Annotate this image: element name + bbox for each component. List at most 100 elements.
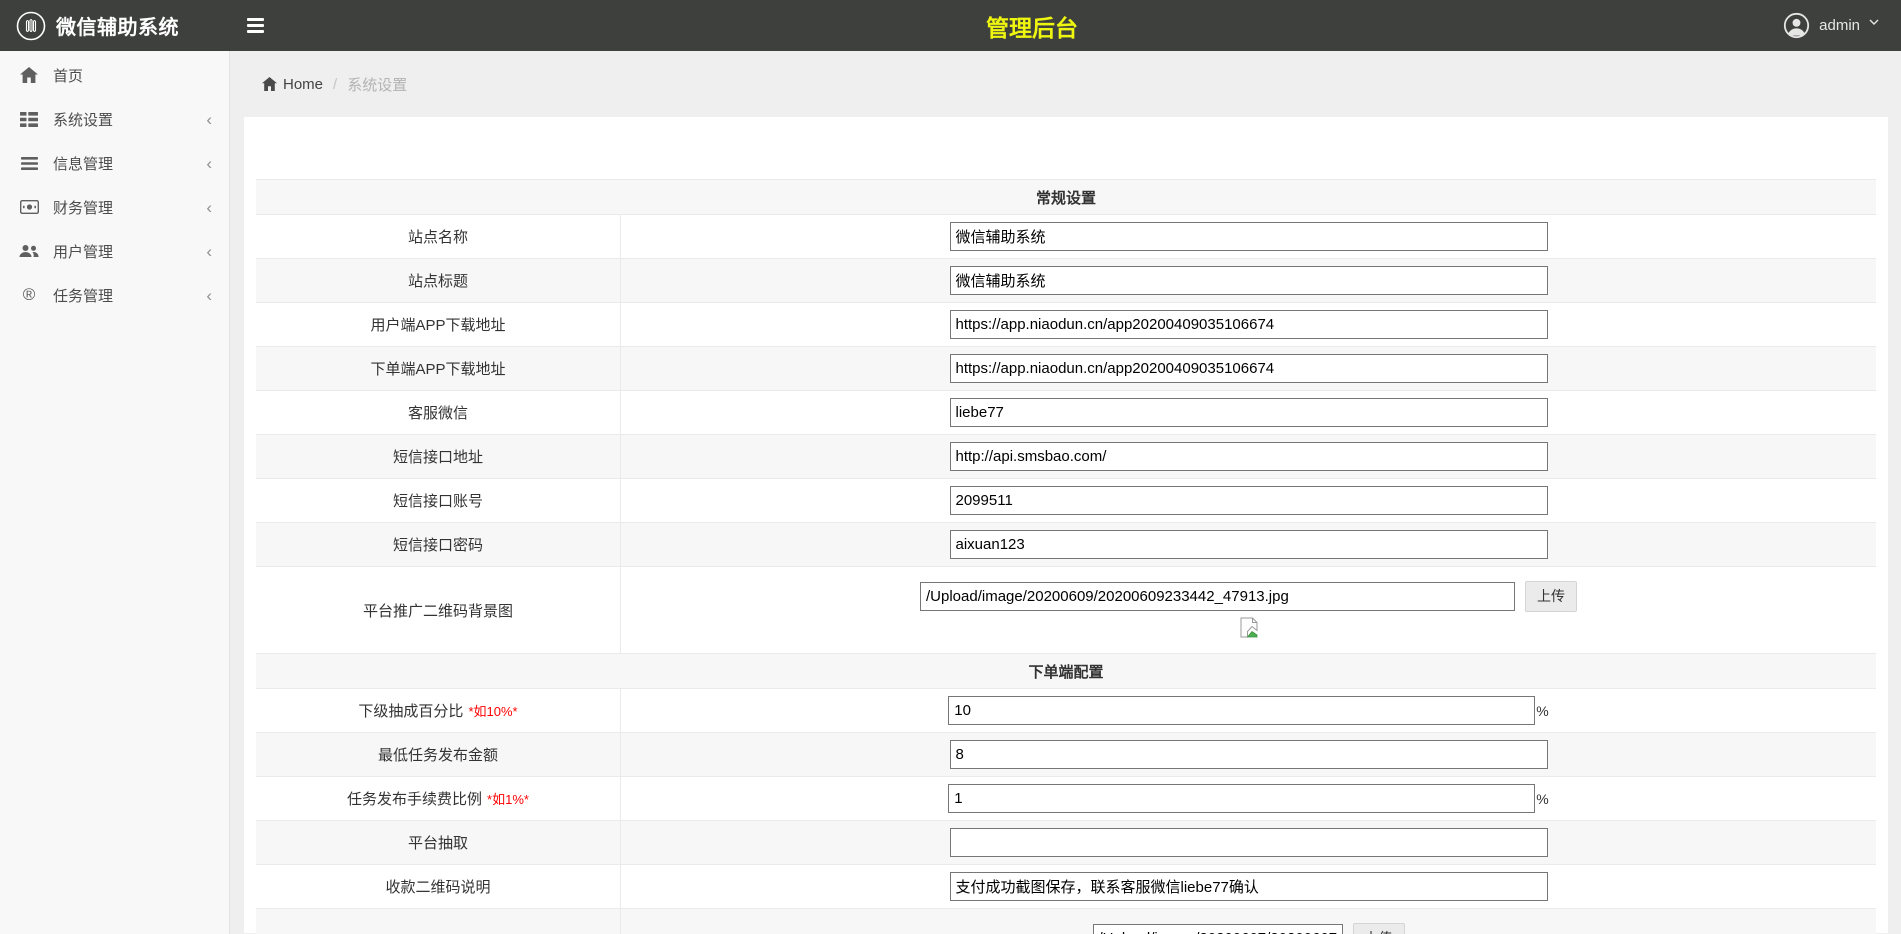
brand-title: 微信辅助系统 <box>56 11 179 40</box>
sidebar-item-系统设置[interactable]: 系统设置 ‹ <box>0 97 229 141</box>
sidebar-item-首页[interactable]: 首页 <box>0 53 229 97</box>
field-label: 用户端APP下载地址 <box>256 303 621 346</box>
chevron-left-icon: ‹ <box>206 155 212 172</box>
sidebar-item-label: 任务管理 <box>53 285 113 306</box>
field-label: 收款二维码 <box>256 909 621 934</box>
短信接口账号-input[interactable] <box>950 486 1548 515</box>
registered-icon: ® <box>18 285 40 305</box>
sidebar-item-label: 用户管理 <box>53 241 113 262</box>
field-value-cell: 上传 <box>621 567 1876 653</box>
field-label-note: *如1%* <box>487 789 529 808</box>
form-row: 短信接口密码 <box>256 523 1876 567</box>
field-value-cell <box>621 259 1876 302</box>
th-list-icon <box>18 112 40 127</box>
bars-icon <box>18 157 40 170</box>
avatar-icon <box>1783 12 1810 39</box>
field-label: 短信接口密码 <box>256 523 621 566</box>
field-label-note: *如10%* <box>468 701 517 720</box>
form-row: 下级抽成百分比*如10%*% <box>256 689 1876 733</box>
users-icon <box>18 244 40 258</box>
user-dropdown[interactable]: admin <box>1783 0 1879 51</box>
form-row: 收款二维码上传 <box>256 909 1876 934</box>
站点名称-input[interactable] <box>950 222 1548 251</box>
home-icon <box>262 77 277 91</box>
field-value-cell <box>621 435 1876 478</box>
field-label: 站点名称 <box>256 215 621 258</box>
field-value-cell <box>621 523 1876 566</box>
sidebar-item-label: 系统设置 <box>53 109 113 130</box>
field-value-cell <box>621 347 1876 390</box>
field-value-cell: % <box>621 777 1876 820</box>
下单端APP下载地址-input[interactable] <box>950 354 1548 383</box>
field-label: 下单端APP下载地址 <box>256 347 621 390</box>
field-value-cell <box>621 215 1876 258</box>
sidebar-item-用户管理[interactable]: 用户管理 ‹ <box>0 229 229 273</box>
form-row: 最低任务发布金额 <box>256 733 1876 777</box>
field-label: 平台推广二维码背景图 <box>256 567 621 653</box>
form-row: 任务发布手续费比例*如1%*% <box>256 777 1876 821</box>
平台抽取-input[interactable] <box>950 828 1548 857</box>
percent-suffix: % <box>1536 703 1548 719</box>
section-header: 下单端配置 <box>256 654 1876 689</box>
任务发布手续费比例-input[interactable] <box>948 784 1535 813</box>
breadcrumb-separator: / <box>333 76 337 93</box>
短信接口地址-input[interactable] <box>950 442 1548 471</box>
breadcrumb-home-label: Home <box>283 76 323 93</box>
field-value-cell <box>621 391 1876 434</box>
sidebar: 首页系统设置‹信息管理‹财务管理‹用户管理‹®任务管理‹ <box>0 51 230 934</box>
user-name: admin <box>1819 17 1860 34</box>
form-row: 平台抽取 <box>256 821 1876 865</box>
chevron-down-icon <box>1869 12 1879 29</box>
收款二维码说明-input[interactable] <box>950 872 1548 901</box>
form-row: 用户端APP下载地址 <box>256 303 1876 347</box>
form-row: 站点标题 <box>256 259 1876 303</box>
home-icon <box>18 67 40 83</box>
settings-table: 常规设置站点名称站点标题用户端APP下载地址下单端APP下载地址客服微信短信接口… <box>256 179 1876 934</box>
field-value-cell <box>621 733 1876 776</box>
sidebar-item-label: 财务管理 <box>53 197 113 218</box>
field-label: 客服微信 <box>256 391 621 434</box>
sidebar-item-label: 首页 <box>53 65 83 86</box>
sidebar-item-label: 信息管理 <box>53 153 113 174</box>
form-row: 收款二维码说明 <box>256 865 1876 909</box>
settings-card: 常规设置站点名称站点标题用户端APP下载地址下单端APP下载地址客服微信短信接口… <box>244 117 1888 933</box>
form-row: 客服微信 <box>256 391 1876 435</box>
用户端APP下载地址-input[interactable] <box>950 310 1548 339</box>
站点标题-input[interactable] <box>950 266 1548 295</box>
chevron-left-icon: ‹ <box>206 243 212 260</box>
field-label: 站点标题 <box>256 259 621 302</box>
field-label: 收款二维码说明 <box>256 865 621 908</box>
field-label: 下级抽成百分比*如10%* <box>256 689 621 732</box>
收款二维码-input[interactable] <box>1093 924 1343 934</box>
平台推广二维码背景图-input[interactable] <box>920 582 1515 611</box>
field-label: 短信接口地址 <box>256 435 621 478</box>
logo-icon <box>16 11 46 41</box>
field-value-cell <box>621 303 1876 346</box>
sidebar-item-任务管理[interactable]: ®任务管理‹ <box>0 273 229 317</box>
percent-suffix: % <box>1536 791 1548 807</box>
form-row: 站点名称 <box>256 215 1876 259</box>
upload-button[interactable]: 上传 <box>1353 923 1405 934</box>
broken-image-icon <box>1240 617 1258 643</box>
sidebar-item-信息管理[interactable]: 信息管理 ‹ <box>0 141 229 185</box>
sidebar-item-财务管理[interactable]: 财务管理‹ <box>0 185 229 229</box>
客服微信-input[interactable] <box>950 398 1548 427</box>
breadcrumb-home-link[interactable]: Home <box>262 76 323 93</box>
field-value-cell: 上传 <box>621 909 1876 934</box>
hamburger-menu-icon[interactable] <box>247 18 264 33</box>
下级抽成百分比-input[interactable] <box>948 696 1535 725</box>
field-value-cell <box>621 821 1876 864</box>
chevron-left-icon: ‹ <box>206 111 212 128</box>
field-value-cell <box>621 479 1876 522</box>
money-icon <box>18 200 40 214</box>
短信接口密码-input[interactable] <box>950 530 1548 559</box>
field-label: 任务发布手续费比例*如1%* <box>256 777 621 820</box>
upload-button[interactable]: 上传 <box>1525 581 1577 612</box>
field-label: 短信接口账号 <box>256 479 621 522</box>
field-value-cell <box>621 865 1876 908</box>
最低任务发布金额-input[interactable] <box>950 740 1548 769</box>
field-value-cell: % <box>621 689 1876 732</box>
top-bar: 微信辅助系统 管理后台 admin <box>0 0 1901 51</box>
main-content: Home / 系统设置 常规设置站点名称站点标题用户端APP下载地址下单端APP… <box>231 51 1901 934</box>
breadcrumb-current: 系统设置 <box>347 74 407 95</box>
